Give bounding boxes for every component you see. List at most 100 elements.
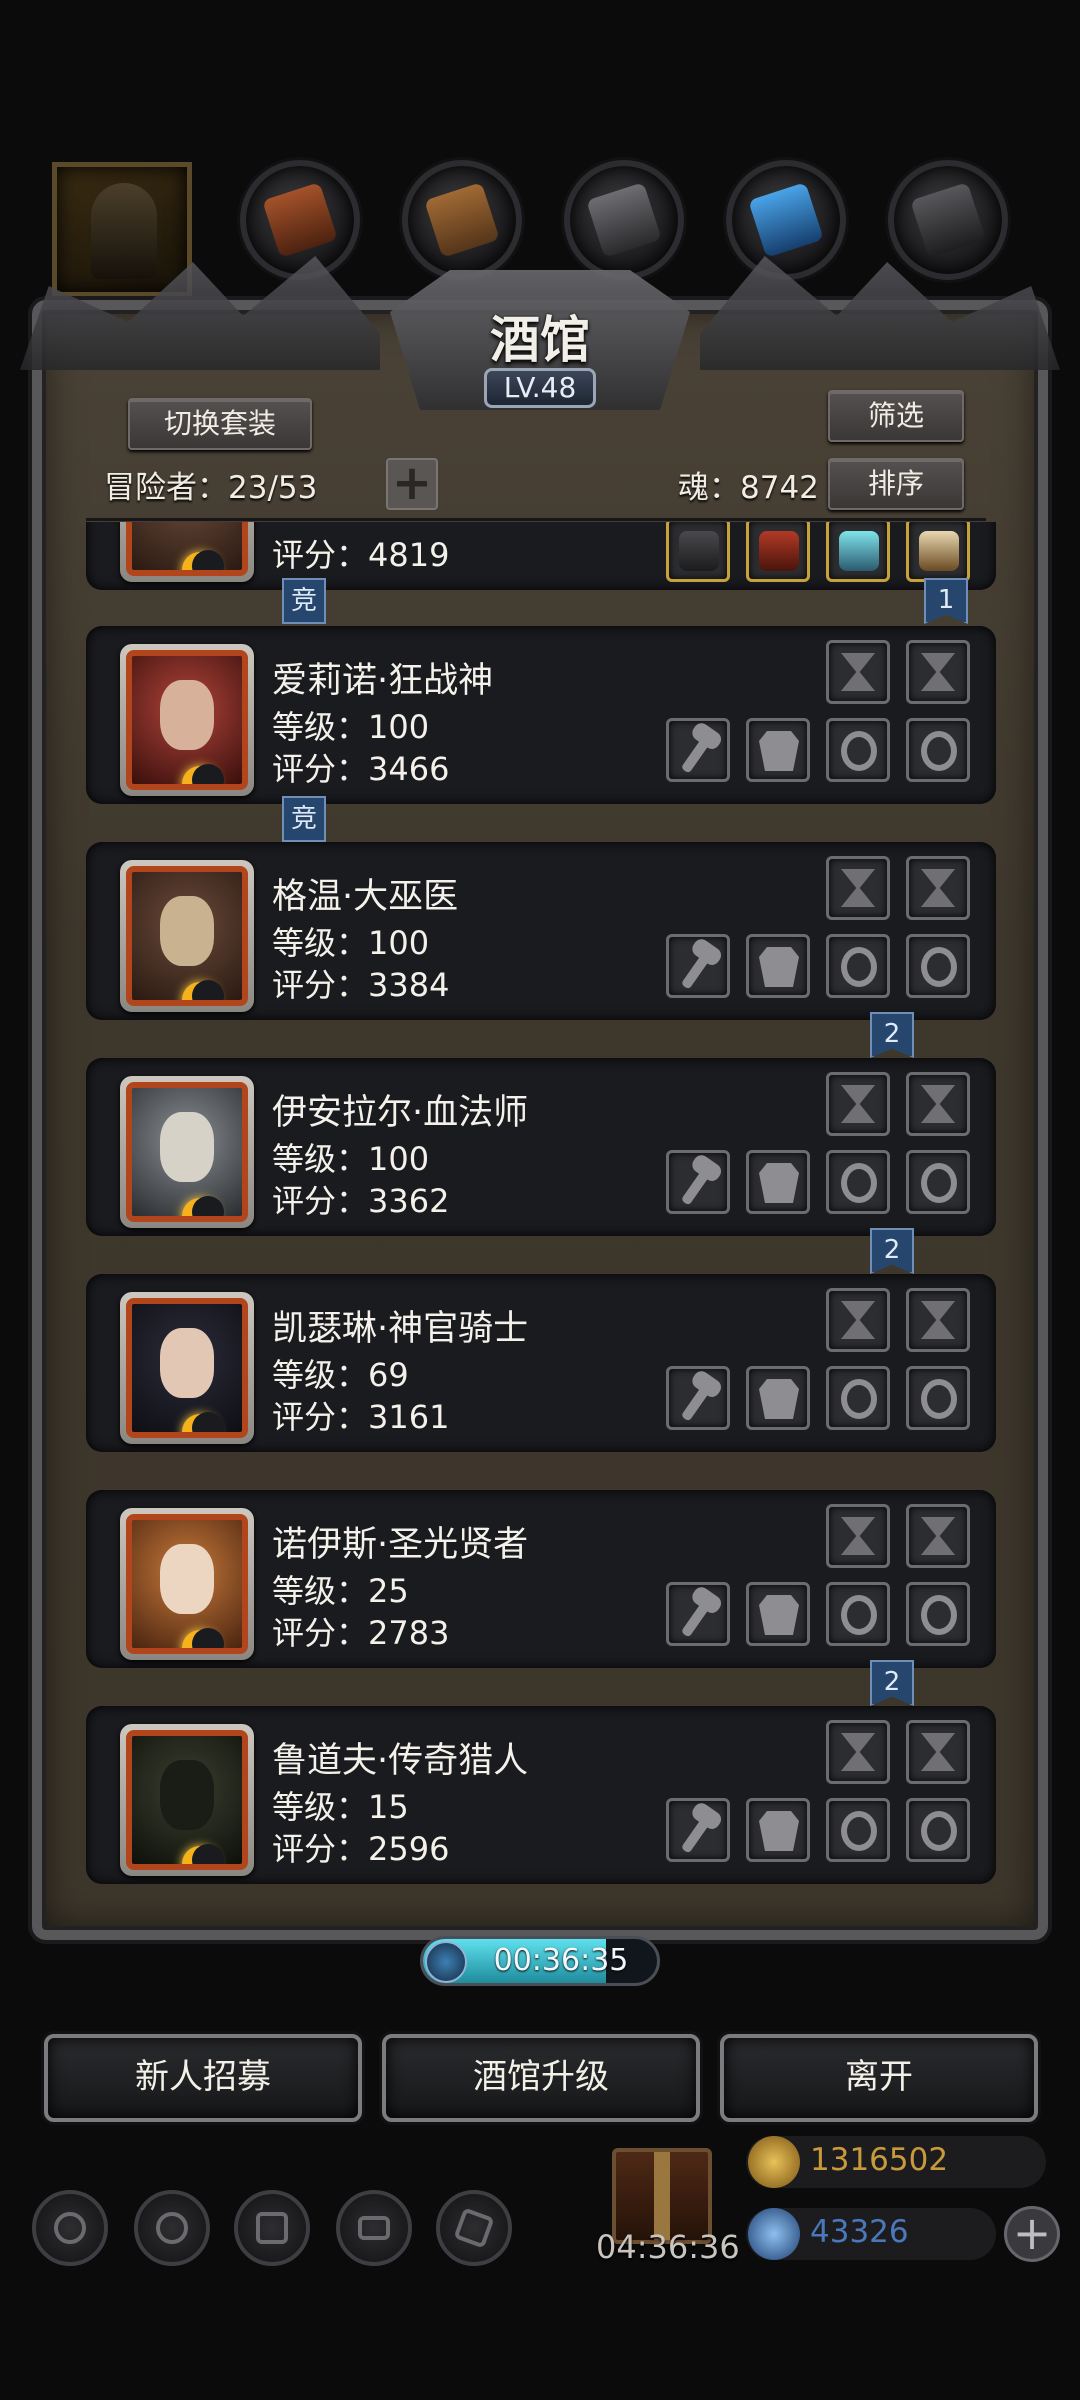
guild-icon[interactable] [234,2190,310,2266]
rune-slot-icon[interactable] [906,856,970,920]
gold-value: 1316502 [810,2142,949,2178]
gold-counter: 1316502 [746,2136,1046,2188]
hero-level: 等级：69 [272,1356,409,1394]
armor-slot-icon[interactable] [746,1582,810,1646]
hero-name: 凯瑟琳·神官骑士 [272,1309,529,1349]
ring-slot[interactable] [826,522,890,582]
refresh-timer: 00:36:35 [420,1936,660,1986]
upgrade-tavern-button[interactable]: 酒馆升级 [382,2034,700,2122]
leave-button[interactable]: 离开 [720,2034,1038,2122]
rune-slot-icon[interactable] [906,1504,970,1568]
gem-icon [748,2208,800,2260]
leather-tab-icon[interactable] [402,160,522,280]
recruit-button[interactable]: 新人招募 [44,2034,362,2122]
ring-slot-icon[interactable] [826,934,890,998]
rune-slot-icon[interactable] [906,1072,970,1136]
armor-slot-icon[interactable] [746,718,810,782]
arena-tag: 竞 [282,796,326,842]
add-adventurer-slot-button[interactable]: + [386,458,438,510]
rune-slot-icon[interactable] [906,640,970,704]
hero-list[interactable]: 评分：4819 竞 1 爱莉诺·狂战神 等级：100 评分：3466 竞 格温·… [86,522,996,1892]
hero-portrait [120,1076,254,1228]
team-badge: 2 [870,1228,914,1274]
rune-slot-icon[interactable] [826,1072,890,1136]
hero-row[interactable]: 鲁道夫·传奇猎人 等级：15 评分：2596 [86,1706,996,1884]
weapon-slot-icon[interactable] [666,1366,730,1430]
armor-slot-icon[interactable] [746,1366,810,1430]
soul-count: 魂：8742 [678,470,819,506]
armor-slot[interactable] [746,522,810,582]
weapon-slot-icon[interactable] [666,1798,730,1862]
ring-slot-icon[interactable] [826,718,890,782]
hero-level: 等级：100 [272,708,430,746]
ring-slot-icon[interactable] [826,1150,890,1214]
hero-score: 评分：2596 [272,1830,450,1868]
rune-slot-icon[interactable] [826,1720,890,1784]
arena-tag: 竞 [282,578,326,624]
hero-portrait [120,1292,254,1444]
ring-slot-icon[interactable] [826,1582,890,1646]
ring-slot-icon[interactable] [826,1798,890,1862]
hero-row[interactable]: 评分：4819 [86,522,996,590]
boots-tab-icon[interactable] [240,160,360,280]
hero-level: 等级：15 [272,1788,409,1826]
rune-slot-icon[interactable] [906,1720,970,1784]
weapon-slot-icon[interactable] [666,1150,730,1214]
ring-slot-icon[interactable] [906,1582,970,1646]
hero-portrait [120,1724,254,1876]
ring-slot[interactable] [906,522,970,582]
hero-score: 评分：4819 [272,536,450,574]
hero-level: 等级：25 [272,1572,409,1610]
weapon-slot-icon[interactable] [666,934,730,998]
hero-level: 等级：100 [272,924,430,962]
mail-icon[interactable] [336,2190,412,2266]
hero-row[interactable]: 凯瑟琳·神官骑士 等级：69 评分：3161 [86,1274,996,1452]
hero-tab-icon[interactable] [52,162,192,297]
ring-slot-icon[interactable] [906,1366,970,1430]
tavern-level-badge: LV.48 [484,368,596,408]
filter-button[interactable]: 筛选 [828,390,964,442]
ring-slot-icon[interactable] [906,1150,970,1214]
hero-score: 评分：3384 [272,966,450,1004]
rune-slot-icon[interactable] [826,1504,890,1568]
hero-name: 伊安拉尔·血法师 [272,1093,529,1133]
hero-name: 爱莉诺·狂战神 [272,661,494,701]
ring-slot-icon[interactable] [906,934,970,998]
hero-portrait [120,522,254,582]
ring-slot-icon[interactable] [906,718,970,782]
armor-slot-icon[interactable] [746,1798,810,1862]
weapon-slot-icon[interactable] [666,718,730,782]
hero-name: 诺伊斯·圣光贤者 [272,1525,529,1565]
add-currency-button[interactable]: + [1004,2206,1060,2262]
weapon-slot[interactable] [666,522,730,582]
anvil-tab-icon[interactable] [888,160,1008,280]
weapon-slot-icon[interactable] [666,1582,730,1646]
ring-slot-icon[interactable] [906,1798,970,1862]
ring-slot-icon[interactable] [826,1366,890,1430]
armor-slot-icon[interactable] [746,934,810,998]
shop-icon[interactable] [436,2190,512,2266]
clock-icon [425,1941,467,1983]
settings-icon[interactable] [32,2190,108,2266]
achievement-icon[interactable] [134,2190,210,2266]
rune-slot-icon[interactable] [826,856,890,920]
header-divider [86,518,986,521]
hero-level: 等级：100 [272,1140,430,1178]
hero-score: 评分：3362 [272,1182,450,1220]
rune-slot-icon[interactable] [826,640,890,704]
switch-set-button[interactable]: 切换套装 [128,398,312,450]
ingot-tab-icon[interactable] [564,160,684,280]
rune-slot-icon[interactable] [826,1288,890,1352]
hero-row[interactable]: 诺伊斯·圣光贤者 等级：25 评分：2783 [86,1490,996,1668]
team-badge: 1 [924,578,968,624]
armor-slot-icon[interactable] [746,1150,810,1214]
sort-button[interactable]: 排序 [828,458,964,510]
hero-row[interactable]: 伊安拉尔·血法师 等级：100 评分：3362 [86,1058,996,1236]
gem-counter: 43326 [746,2208,996,2260]
hero-score: 评分：3161 [272,1398,450,1436]
hero-row[interactable]: 格温·大巫医 等级：100 评分：3384 [86,842,996,1020]
hero-row[interactable]: 爱莉诺·狂战神 等级：100 评分：3466 [86,626,996,804]
crystal-tab-icon[interactable] [726,160,846,280]
timer-text: 00:36:35 [493,1943,629,1978]
rune-slot-icon[interactable] [906,1288,970,1352]
